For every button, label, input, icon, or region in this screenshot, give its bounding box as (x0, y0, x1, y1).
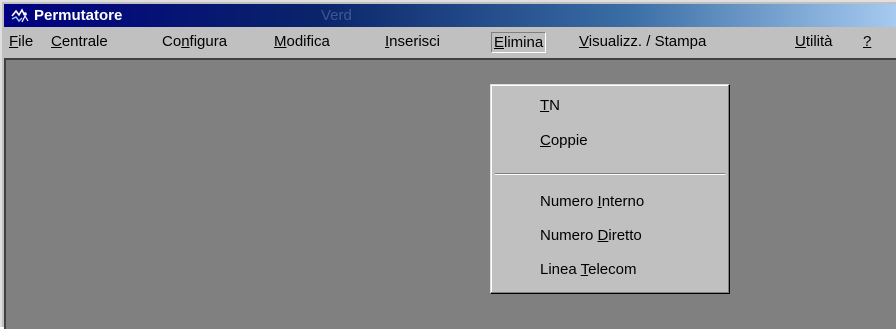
menu-item-numero-interno[interactable]: Numero Interno (540, 191, 644, 215)
menu-utilita[interactable]: Utilità (792, 32, 836, 53)
menu-visualizz-stampa[interactable]: Visualizz. / Stampa (576, 32, 709, 53)
menu-item-tn[interactable]: TN (540, 95, 560, 119)
menu-item-numero-diretto[interactable]: Numero Diretto (540, 225, 642, 249)
menu-item-linea-telecom[interactable]: Linea Telecom (540, 259, 636, 283)
menu-elimina[interactable]: Elimina (491, 32, 547, 53)
elimina-dropdown-menu: TN Coppie Numero Interno Numero Diretto … (490, 84, 730, 294)
app-wire-icon (11, 8, 29, 23)
menu-modifica[interactable]: Modifica (271, 32, 333, 53)
menu-configura[interactable]: Configura (159, 32, 230, 53)
menu-centrale[interactable]: Centrale (48, 32, 111, 53)
menu-item-coppie[interactable]: Coppie (540, 130, 588, 154)
menu-separator (495, 173, 725, 175)
title-bar[interactable]: Permutatore Verd (4, 4, 896, 27)
mdi-client-area (4, 58, 896, 329)
app-window: Permutatore Verd File Centrale Configura… (0, 0, 896, 329)
title-ghost-text: Verd (321, 7, 352, 24)
window-title: Permutatore (34, 7, 123, 24)
menu-inserisci[interactable]: Inserisci (382, 32, 443, 53)
menu-help[interactable]: ? (860, 32, 874, 53)
menu-file[interactable]: File (6, 32, 36, 53)
menu-bar: File Centrale Configura Modifica Inseris… (4, 28, 896, 56)
